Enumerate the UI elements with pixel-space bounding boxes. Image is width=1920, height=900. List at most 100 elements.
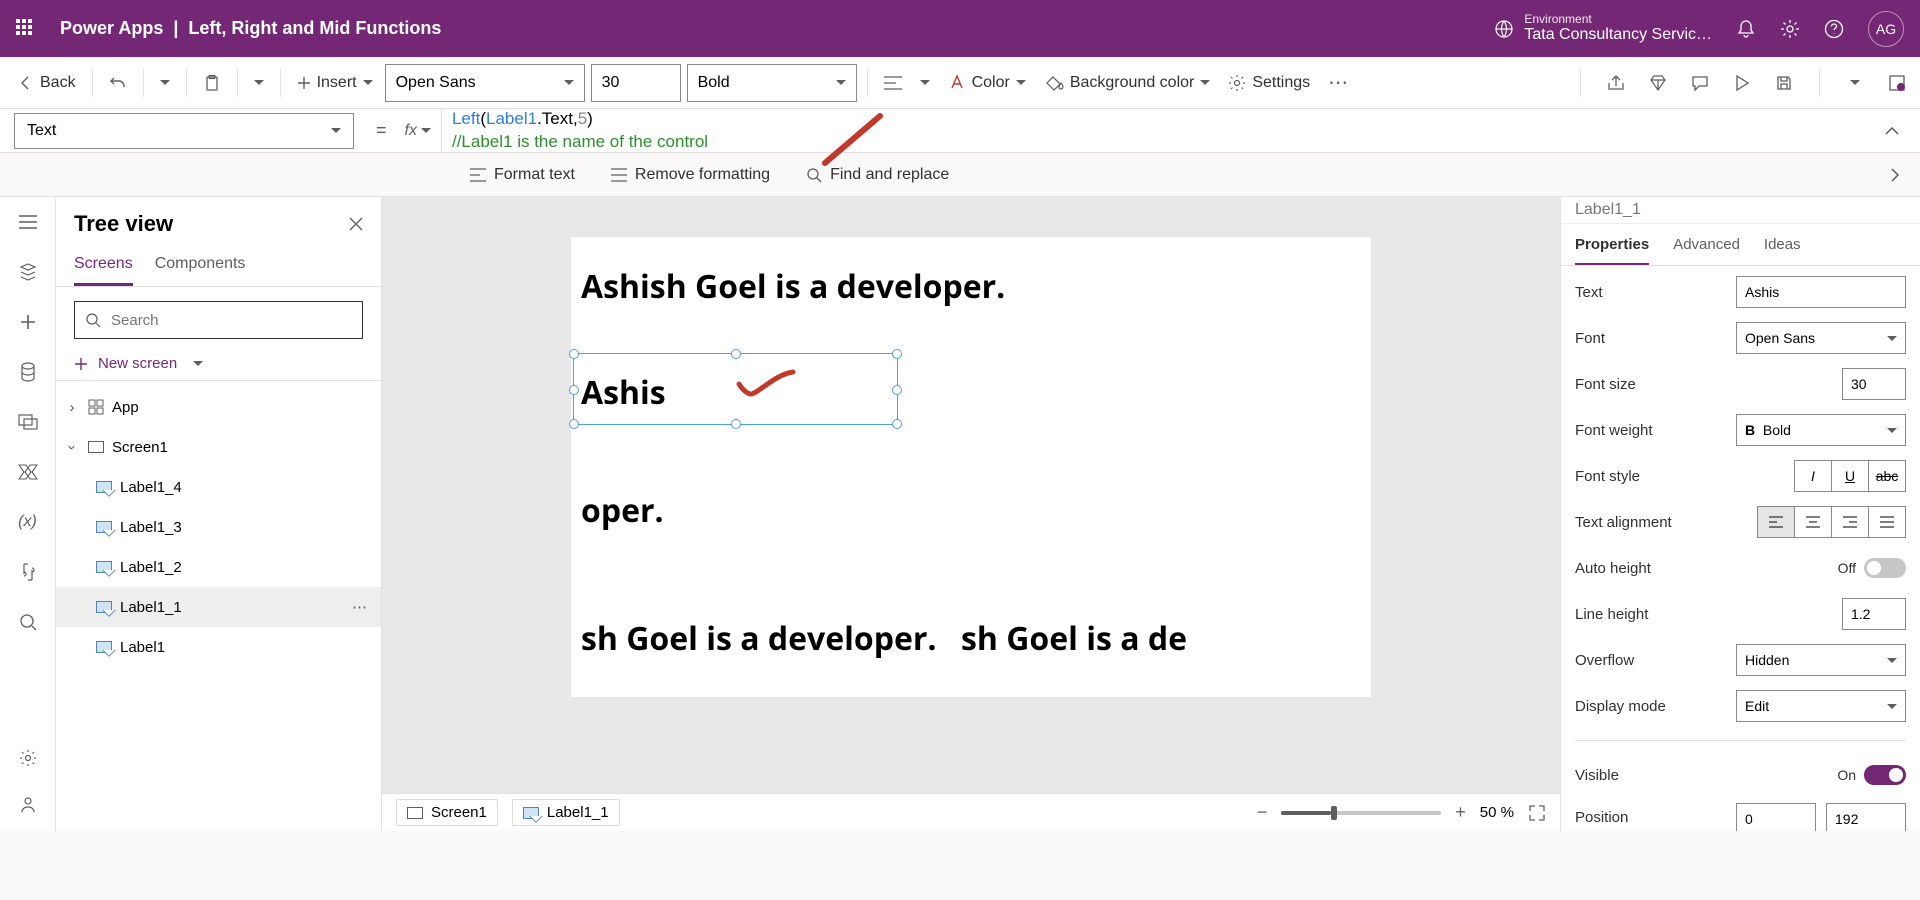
- tree-item-label1-2[interactable]: Label1_2: [56, 547, 381, 587]
- tree-view-icon[interactable]: [17, 261, 39, 283]
- equals-sign: =: [376, 120, 387, 141]
- insert-rail-icon[interactable]: [17, 311, 39, 333]
- advanced-tools-icon[interactable]: [17, 561, 39, 583]
- remove-formatting-button[interactable]: Remove formatting: [611, 166, 770, 184]
- align-left[interactable]: [1757, 506, 1795, 538]
- footer-screen-chip[interactable]: Screen1: [396, 799, 498, 826]
- tree-item-label1-1[interactable]: Label1_1 ⋯: [56, 587, 381, 627]
- paste-split-chevron[interactable]: [248, 76, 270, 89]
- canvas-label1-2[interactable]: sh Goel is a developer.: [581, 617, 937, 660]
- props-tab-ideas[interactable]: Ideas: [1764, 224, 1801, 265]
- props-tab-properties[interactable]: Properties: [1575, 224, 1649, 265]
- tree-item-app[interactable]: › App: [56, 387, 381, 427]
- prop-visible-toggle[interactable]: [1864, 765, 1906, 785]
- fx-button[interactable]: fx: [395, 109, 442, 152]
- fontstyle-italic[interactable]: I: [1794, 460, 1832, 492]
- fit-to-window-icon[interactable]: [1528, 804, 1546, 822]
- search-rail-icon[interactable]: [17, 611, 39, 633]
- tree-item-screen1[interactable]: › Screen1: [56, 427, 381, 467]
- background-color-button[interactable]: Background color: [1038, 70, 1217, 96]
- fontstyle-underline[interactable]: U: [1831, 460, 1869, 492]
- zoom-out-icon[interactable]: −: [1257, 802, 1268, 823]
- label-icon: [96, 481, 112, 493]
- settings-gear-icon[interactable]: [1780, 19, 1800, 39]
- back-button[interactable]: Back: [12, 70, 82, 96]
- prop-font-select[interactable]: Open Sans: [1736, 322, 1906, 354]
- share-icon[interactable]: [1605, 72, 1627, 94]
- screen-canvas[interactable]: Ashish Goel is a developer. Ashis oper. …: [571, 237, 1371, 697]
- zoom-in-icon[interactable]: +: [1455, 802, 1466, 823]
- prop-position-x[interactable]: [1736, 803, 1816, 831]
- prop-text-label: Text: [1575, 284, 1736, 301]
- undo-button[interactable]: [103, 70, 133, 96]
- prop-overflow-select[interactable]: Hidden: [1736, 644, 1906, 676]
- font-color-button[interactable]: Color: [942, 70, 1032, 96]
- zoom-slider[interactable]: [1281, 811, 1441, 815]
- footer-label-chip[interactable]: Label1_1: [512, 799, 620, 826]
- prop-displaymode-select[interactable]: Edit: [1736, 690, 1906, 722]
- font-family-select[interactable]: Open Sans: [385, 64, 585, 102]
- prop-visible-state: On: [1837, 767, 1856, 783]
- notifications-icon[interactable]: [1736, 19, 1756, 39]
- font-weight-select[interactable]: Bold: [687, 64, 857, 102]
- property-selector[interactable]: Text: [14, 113, 354, 149]
- tree-item-label1-3[interactable]: Label1_3: [56, 507, 381, 547]
- align-menu-chevron[interactable]: [914, 76, 936, 89]
- find-replace-button[interactable]: Find and replace: [806, 166, 949, 184]
- prop-autoheight-toggle[interactable]: [1864, 558, 1906, 578]
- save-icon[interactable]: [1773, 72, 1795, 94]
- align-center[interactable]: [1794, 506, 1832, 538]
- tab-screens[interactable]: Screens: [74, 245, 133, 286]
- prop-overflow-label: Overflow: [1575, 652, 1736, 669]
- prop-fontweight-select[interactable]: B Bold: [1736, 414, 1906, 446]
- settings-button[interactable]: Settings: [1222, 70, 1316, 96]
- app-checker-icon[interactable]: [1647, 72, 1669, 94]
- comments-icon[interactable]: [1689, 72, 1711, 94]
- canvas-label1-1[interactable]: Ashis: [581, 371, 666, 414]
- props-tab-advanced[interactable]: Advanced: [1673, 224, 1740, 265]
- align-right[interactable]: [1831, 506, 1869, 538]
- virtual-agent-icon[interactable]: [17, 793, 39, 815]
- tree-close-icon[interactable]: [349, 217, 363, 231]
- undo-split-chevron[interactable]: [154, 76, 176, 89]
- data-icon[interactable]: [17, 361, 39, 383]
- tree-search-input[interactable]: [74, 301, 363, 339]
- overflow-button[interactable]: ⋯: [1322, 66, 1354, 99]
- new-screen-button[interactable]: New screen: [56, 347, 381, 381]
- help-icon[interactable]: [1824, 19, 1844, 39]
- canvas-label1[interactable]: Ashish Goel is a developer.: [581, 265, 1005, 308]
- canvas-label1-3[interactable]: oper.: [581, 489, 664, 532]
- tree-item-more-icon[interactable]: ⋯: [352, 598, 367, 616]
- tree-item-label1-4[interactable]: Label1_4: [56, 467, 381, 507]
- preview-icon[interactable]: [1731, 72, 1753, 94]
- prop-text-input[interactable]: [1736, 276, 1906, 308]
- tab-components[interactable]: Components: [155, 245, 246, 286]
- publish-icon[interactable]: [1886, 72, 1908, 94]
- settings-rail-icon[interactable]: [17, 747, 39, 769]
- avatar[interactable]: AG: [1868, 11, 1904, 47]
- align-menu-button[interactable]: [878, 72, 908, 94]
- align-justify[interactable]: [1868, 506, 1906, 538]
- prop-fontsize-input[interactable]: [1842, 368, 1906, 400]
- prop-position-y[interactable]: [1826, 803, 1906, 831]
- canvas-label1-4[interactable]: sh Goel is a de: [961, 617, 1187, 660]
- hamburger-icon[interactable]: [17, 211, 39, 233]
- font-size-input[interactable]: [591, 64, 681, 102]
- waffle-icon[interactable]: [16, 19, 36, 39]
- formula-expand-icon[interactable]: [1864, 126, 1920, 136]
- formula-editor[interactable]: Left(Label1.Text,5) //Label1 is the name…: [442, 108, 1864, 152]
- format-text-button[interactable]: Format text: [470, 166, 575, 184]
- media-icon[interactable]: [17, 411, 39, 433]
- prop-lineheight-input[interactable]: [1842, 598, 1906, 630]
- variables-icon[interactable]: (x): [17, 511, 39, 533]
- environment-picker[interactable]: Environment Tata Consultancy Servic…: [1494, 13, 1712, 44]
- globe-icon: [1494, 19, 1514, 39]
- save-split-chevron[interactable]: [1844, 72, 1866, 94]
- insert-button[interactable]: Insert: [291, 70, 379, 96]
- paste-button[interactable]: [197, 70, 227, 96]
- tree-view-panel: Tree view Screens Components New screen …: [56, 197, 382, 831]
- power-automate-icon[interactable]: [17, 461, 39, 483]
- formula-sub-forward-icon[interactable]: [1890, 167, 1920, 183]
- fontstyle-strike[interactable]: abc: [1868, 460, 1906, 492]
- tree-item-label1[interactable]: Label1: [56, 627, 381, 667]
